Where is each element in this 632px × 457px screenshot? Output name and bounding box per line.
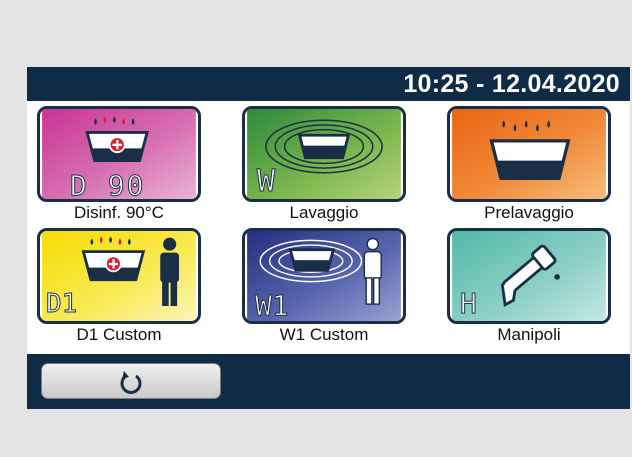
footer-bar — [27, 354, 630, 409]
program-label-w1-custom: W1 Custom — [279, 325, 369, 344]
program-badge: D 90 — [69, 169, 146, 202]
program-tile-handles[interactable]: H — [447, 228, 611, 324]
program-tile-prewash[interactable] — [447, 106, 611, 202]
program-label-d1-custom: D1 Custom — [76, 325, 162, 344]
touch-screen: 10:25 - 12.04.2020 D 90 Disinf. 90°C W L… — [27, 67, 630, 409]
program-tile-wash[interactable]: W — [242, 106, 406, 202]
back-button[interactable] — [41, 363, 221, 399]
program-tile-d1-custom[interactable]: D1 — [37, 228, 201, 324]
program-badge: H — [460, 287, 478, 321]
rotate-back-icon — [120, 371, 142, 394]
program-label-handles: Manipoli — [497, 325, 561, 344]
header-bar: 10:25 - 12.04.2020 — [27, 67, 630, 101]
program-tile-disinfection[interactable]: D 90 — [37, 106, 201, 202]
program-badge: W — [256, 164, 276, 200]
clock-date: 10:25 - 12.04.2020 — [403, 70, 620, 98]
program-label-disinfection: Disinf. 90°C — [74, 203, 164, 222]
program-label-prewash: Prelavaggio — [484, 203, 574, 222]
program-badge: D1 — [45, 289, 78, 320]
program-badge: W1 — [255, 289, 290, 322]
prewash-basin-icon — [452, 109, 606, 199]
program-tile-w1-custom[interactable]: W1 — [242, 228, 406, 324]
program-label-wash: Lavaggio — [289, 203, 359, 222]
